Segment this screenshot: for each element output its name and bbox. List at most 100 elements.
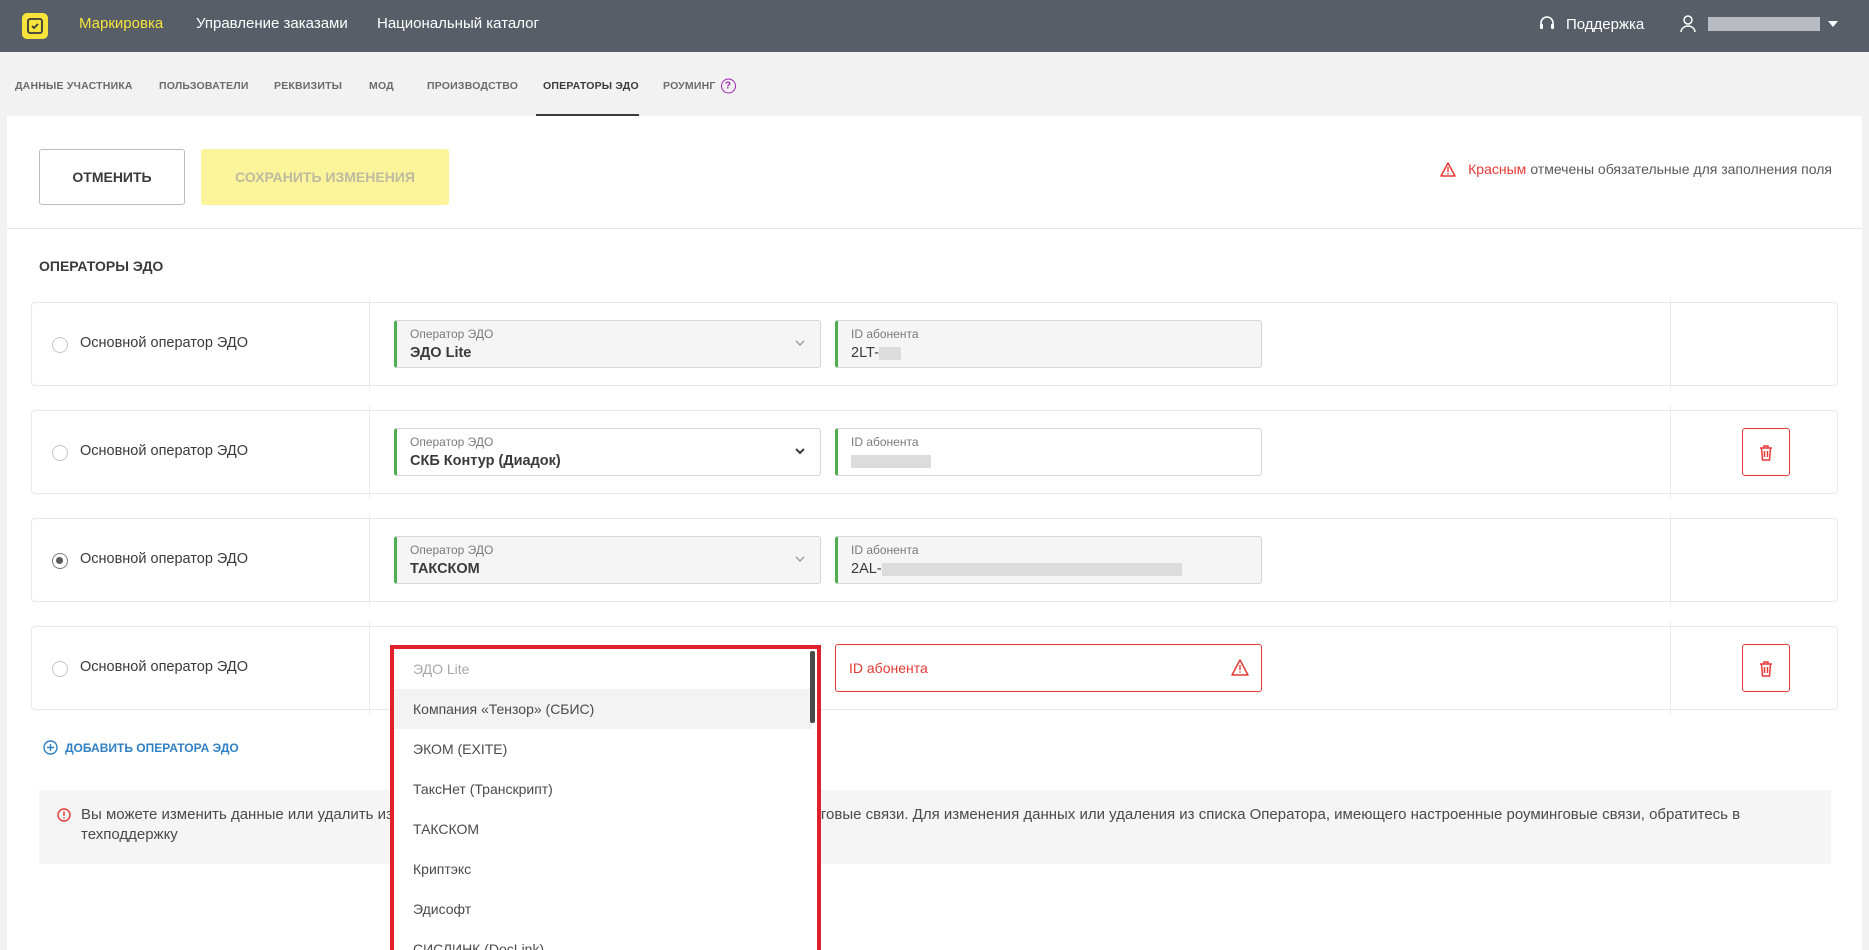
divider bbox=[1670, 621, 1671, 715]
subscriber-id-value-wrap: 2LT- bbox=[851, 345, 901, 361]
redacted-block bbox=[851, 454, 931, 468]
divider bbox=[369, 621, 370, 715]
tab-mod[interactable]: МОД bbox=[369, 80, 394, 92]
primary-operator-radio[interactable] bbox=[52, 337, 68, 353]
subscriber-id-value: 2LT- bbox=[851, 345, 879, 361]
subscriber-id-field[interactable]: ID абонента 2LT- bbox=[835, 320, 1262, 368]
subscriber-id-placeholder: ID абонента bbox=[849, 660, 928, 676]
subscriber-id-label: ID абонента bbox=[851, 435, 919, 449]
add-operator-link[interactable]: ДОБАВИТЬ ОПЕРАТОРА ЭДО bbox=[43, 740, 239, 755]
operator-select-label: Оператор ЭДО bbox=[410, 327, 494, 341]
operator-select[interactable]: Оператор ЭДО СКБ Контур (Диадок) bbox=[394, 428, 821, 476]
operator-select-value: ЭДО Lite bbox=[410, 345, 472, 361]
tab-requisites[interactable]: РЕКВИЗИТЫ bbox=[274, 80, 342, 92]
nav-markirovka[interactable]: Маркировка bbox=[79, 15, 163, 32]
operator-select-value: СКБ Контур (Диадок) bbox=[410, 453, 561, 469]
plus-circle-icon bbox=[43, 740, 58, 755]
subscriber-id-field[interactable]: ID абонента 2AL- bbox=[835, 536, 1262, 584]
operator-row: Основной оператор ЭДО ID абонента bbox=[31, 621, 1838, 715]
required-note-red: Красным bbox=[1468, 161, 1527, 177]
chevron-down-icon bbox=[795, 340, 805, 347]
profile-tabs: ДАННЫЕ УЧАСТНИКА ПОЛЬЗОВАТЕЛИ РЕКВИЗИТЫ … bbox=[0, 52, 1869, 116]
required-note-text: отмечены обязательные для заполнения пол… bbox=[1530, 161, 1832, 177]
info-notice: Вы можете изменить данные или удалить из… bbox=[39, 790, 1831, 864]
primary-operator-radio[interactable] bbox=[52, 445, 68, 461]
tab-roaming[interactable]: РОУМИНГ? bbox=[663, 78, 736, 94]
headset-icon bbox=[1540, 16, 1554, 29]
info-icon bbox=[57, 808, 71, 822]
primary-operator-radio-checked[interactable] bbox=[52, 553, 68, 569]
divider bbox=[7, 228, 1862, 229]
dropdown-option[interactable]: СИСЛИНК (DocLink) bbox=[394, 929, 812, 950]
required-fields-note: Красным отмечены обязательные для заполн… bbox=[1440, 161, 1832, 177]
tab-edo-operators[interactable]: ОПЕРАТОРЫ ЭДО bbox=[543, 80, 639, 92]
subscriber-id-field[interactable]: ID абонента bbox=[835, 428, 1262, 476]
operator-select[interactable]: Оператор ЭДО ТАКСКОМ bbox=[394, 536, 821, 584]
trash-icon bbox=[1760, 444, 1772, 461]
user-icon bbox=[1680, 15, 1696, 33]
section-title: ОПЕРАТОРЫ ЭДО bbox=[39, 258, 164, 274]
save-changes-button[interactable]: СОХРАНИТЬ ИЗМЕНЕНИЯ bbox=[201, 149, 449, 205]
subscriber-id-value-wrap: 2AL- bbox=[851, 561, 1182, 577]
chevron-down-icon bbox=[1828, 21, 1838, 27]
dropdown-option[interactable]: Эдисофт bbox=[394, 889, 812, 929]
operator-select-label: Оператор ЭДО bbox=[410, 543, 494, 557]
warning-icon bbox=[1440, 161, 1456, 177]
delete-button[interactable] bbox=[1742, 644, 1790, 692]
primary-operator-label: Основной оператор ЭДО bbox=[80, 443, 248, 459]
divider bbox=[369, 405, 370, 499]
user-menu[interactable] bbox=[1680, 15, 1838, 33]
subscriber-id-label: ID абонента bbox=[851, 327, 919, 341]
dropdown-option: ЭДО Lite bbox=[413, 661, 470, 677]
main-card: ОТМЕНИТЬ СОХРАНИТЬ ИЗМЕНЕНИЯ Красным отм… bbox=[7, 116, 1862, 950]
nav-national-catalog[interactable]: Национальный каталог bbox=[377, 15, 539, 32]
tab-participant-data[interactable]: ДАННЫЕ УЧАСТНИКА bbox=[15, 80, 133, 92]
primary-operator-label: Основной оператор ЭДО bbox=[80, 335, 248, 351]
operator-row: Основной оператор ЭДО Оператор ЭДО СКБ К… bbox=[31, 405, 1838, 499]
subscriber-id-field-error[interactable]: ID абонента bbox=[835, 644, 1262, 692]
dropdown-option[interactable]: Криптэкс bbox=[394, 849, 812, 889]
info-text: Вы можете изменить данные или удалить из… bbox=[81, 806, 1741, 843]
dropdown-option[interactable]: ТАКСКОМ bbox=[394, 809, 812, 849]
top-navigation-bar: Маркировка Управление заказами Националь… bbox=[0, 0, 1869, 52]
redacted-block bbox=[881, 562, 1182, 576]
operator-row: Основной оператор ЭДО Оператор ЭДО ЭДО L… bbox=[31, 297, 1838, 391]
delete-button[interactable] bbox=[1742, 428, 1790, 476]
trash-icon bbox=[1760, 660, 1772, 677]
dropdown-option[interactable]: ЭКОМ (EXITE) bbox=[394, 729, 812, 769]
divider bbox=[369, 513, 370, 607]
nav-order-management[interactable]: Управление заказами bbox=[196, 15, 348, 32]
operator-select-label: Оператор ЭДО bbox=[410, 435, 494, 449]
dropdown-option[interactable]: ТаксНет (Транскрипт) bbox=[394, 769, 812, 809]
chevron-down-icon bbox=[795, 448, 805, 455]
redacted-block bbox=[878, 346, 901, 360]
user-name-redacted bbox=[1708, 17, 1820, 31]
warning-icon bbox=[1231, 659, 1249, 676]
cancel-button[interactable]: ОТМЕНИТЬ bbox=[39, 149, 185, 205]
primary-operator-radio[interactable] bbox=[52, 661, 68, 677]
support-link[interactable]: Поддержка bbox=[1538, 15, 1644, 33]
divider bbox=[1670, 513, 1671, 607]
operator-dropdown-list[interactable]: ЭДО Lite Компания «Тензор» (СБИС) ЭКОМ (… bbox=[390, 645, 821, 950]
chevron-down-icon bbox=[795, 556, 805, 563]
primary-operator-label: Основной оператор ЭДО bbox=[80, 551, 248, 567]
tab-roaming-label: РОУМИНГ bbox=[663, 79, 716, 92]
tab-users[interactable]: ПОЛЬЗОВАТЕЛИ bbox=[159, 80, 249, 92]
subscriber-id-value-wrap bbox=[851, 453, 931, 469]
divider bbox=[1670, 297, 1671, 391]
scrollbar[interactable] bbox=[810, 651, 815, 723]
operator-select[interactable]: Оператор ЭДО ЭДО Lite bbox=[394, 320, 821, 368]
help-icon[interactable]: ? bbox=[720, 78, 736, 94]
operator-select-value: ТАКСКОМ bbox=[410, 561, 480, 577]
primary-operator-label: Основной оператор ЭДО bbox=[80, 659, 248, 675]
divider bbox=[1670, 405, 1671, 499]
operator-row: Основной оператор ЭДО Оператор ЭДО ТАКСК… bbox=[31, 513, 1838, 607]
subscriber-id-label: ID абонента bbox=[851, 543, 919, 557]
tab-production[interactable]: ПРОИЗВОДСТВО bbox=[427, 80, 518, 92]
support-label: Поддержка bbox=[1566, 15, 1645, 33]
add-operator-label: ДОБАВИТЬ ОПЕРАТОРА ЭДО bbox=[65, 740, 239, 755]
dropdown-option[interactable]: Компания «Тензор» (СБИС) bbox=[394, 689, 812, 729]
subscriber-id-value: 2AL- bbox=[851, 561, 882, 577]
logo-icon[interactable] bbox=[22, 13, 48, 39]
divider bbox=[369, 297, 370, 391]
